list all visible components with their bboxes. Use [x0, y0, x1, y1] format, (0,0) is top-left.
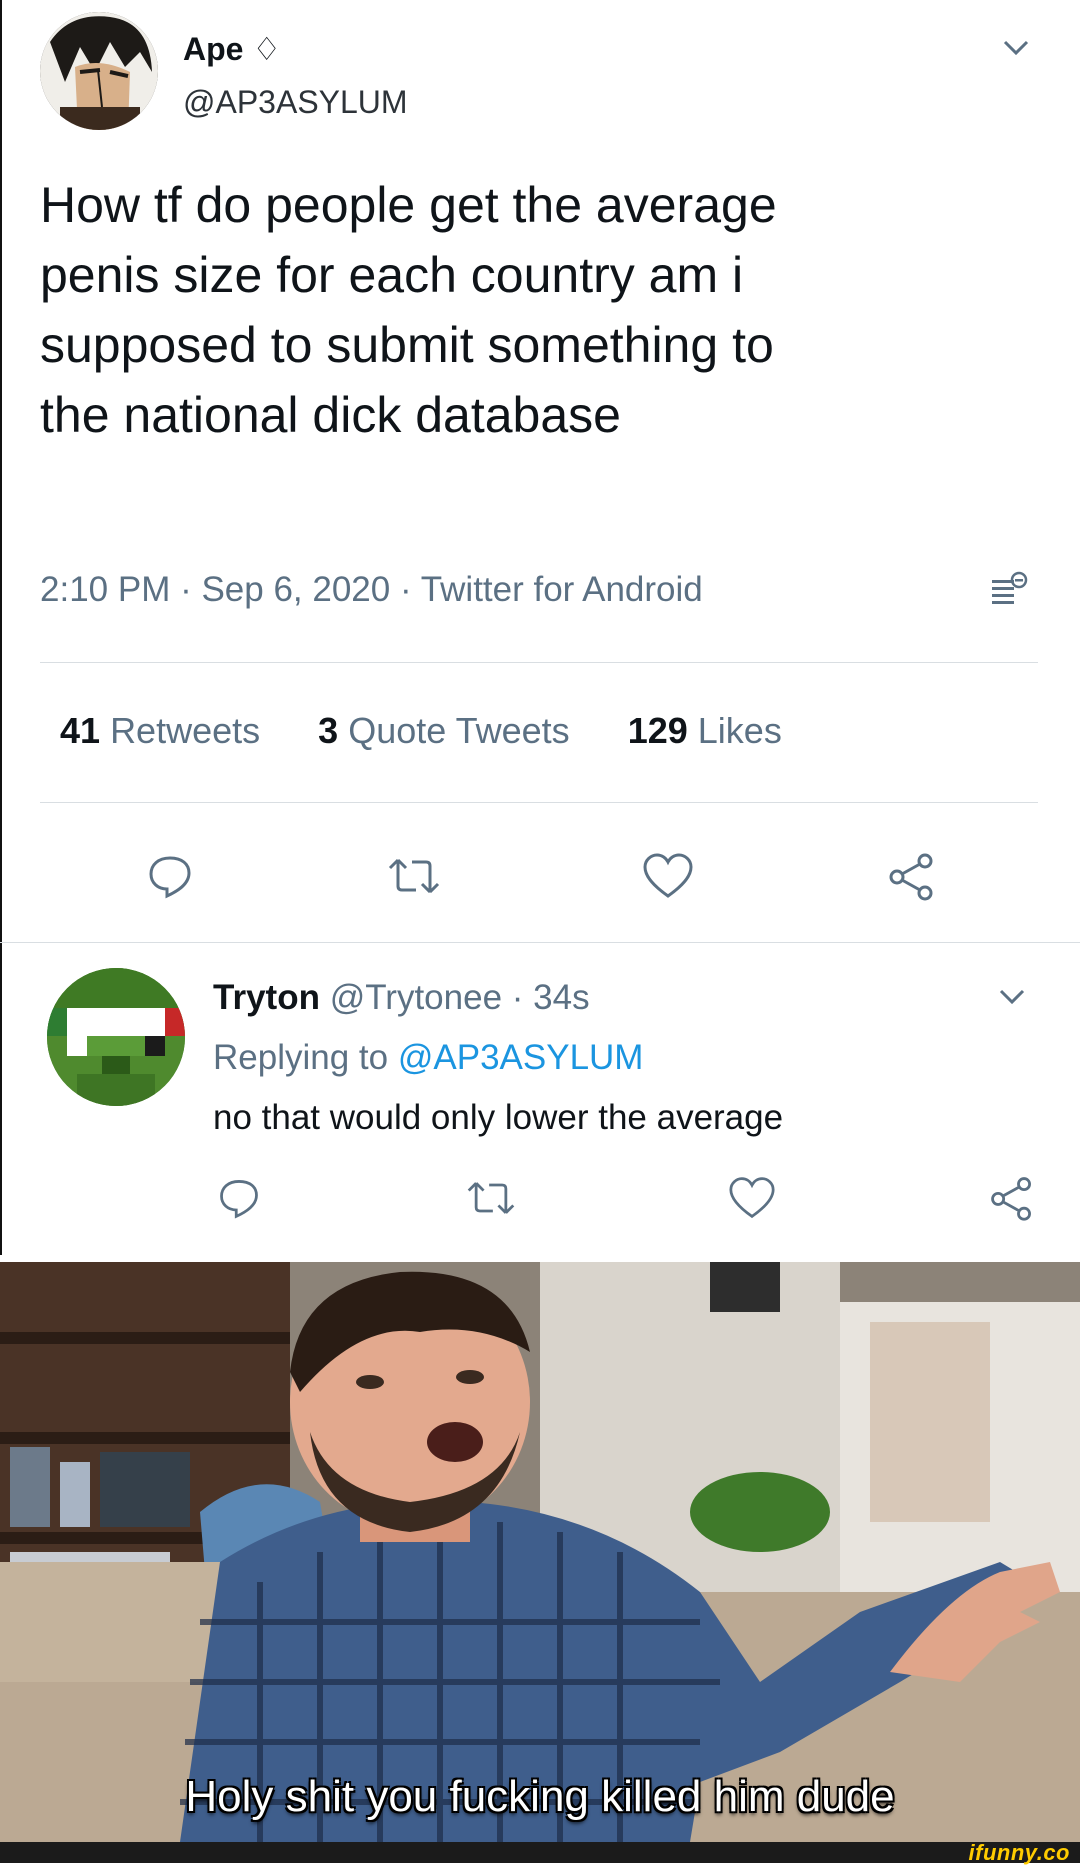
- reply-author-name[interactable]: Tryton: [213, 978, 320, 1017]
- author-avatar[interactable]: [40, 12, 158, 130]
- tweet-text-line: How tf do people get the average: [40, 177, 777, 233]
- author-name-text: Ape: [183, 31, 244, 67]
- retweets-stat[interactable]: 41 Retweets: [60, 710, 270, 751]
- likes-count: 129: [627, 710, 688, 751]
- meme-caption: Holy shit you fucking killed him dude: [185, 1772, 895, 1821]
- replying-to-label: Replying to: [213, 1038, 389, 1077]
- share-icon[interactable]: [880, 846, 944, 906]
- chevron-down-icon[interactable]: [992, 980, 1032, 1014]
- author-name[interactable]: Ape ♢: [183, 30, 281, 68]
- like-icon[interactable]: [636, 848, 700, 904]
- replying-to: Replying to @AP3ASYLUM: [213, 1038, 643, 1078]
- analytics-icon[interactable]: [978, 566, 1038, 618]
- meme-image: [0, 1262, 1080, 1842]
- reply-icon[interactable]: [212, 1173, 266, 1223]
- tweet-text-line: the national dick database: [40, 387, 621, 443]
- chevron-down-icon[interactable]: [996, 30, 1036, 66]
- author-handle[interactable]: @AP3ASYLUM: [183, 84, 408, 121]
- divider: [40, 802, 1038, 803]
- likes-stat[interactable]: 129 Likes: [628, 710, 782, 751]
- reply-text: no that would only lower the average: [213, 1098, 784, 1137]
- retweets-label: Retweets: [110, 710, 261, 751]
- reply-avatar[interactable]: [47, 968, 185, 1106]
- ifunny-watermark: ifunny.co: [968, 1840, 1070, 1865]
- quotes-count: 3: [318, 710, 339, 751]
- retweet-icon[interactable]: [382, 848, 446, 904]
- retweets-count: 41: [60, 710, 101, 751]
- replying-to-handle[interactable]: @AP3ASYLUM: [398, 1038, 644, 1077]
- tweet-text-line: supposed to submit something to: [40, 317, 774, 373]
- badge-icon: ♢: [252, 31, 282, 67]
- quotes-label: Quote Tweets: [348, 710, 570, 751]
- reply-icon[interactable]: [140, 848, 200, 904]
- share-icon[interactable]: [984, 1170, 1040, 1226]
- divider: [0, 942, 1080, 943]
- divider: [40, 662, 1038, 663]
- tweet-text: How tf do people get the average penis s…: [40, 170, 777, 450]
- footer-bar: [0, 1842, 1080, 1863]
- tweet-stats: 41 Retweets 3 Quote Tweets 129 Likes: [60, 710, 782, 752]
- left-border: [0, 0, 2, 1255]
- tweet-meta[interactable]: 2:10 PM · Sep 6, 2020 · Twitter for Andr…: [40, 570, 703, 610]
- quotes-stat[interactable]: 3 Quote Tweets: [318, 710, 580, 751]
- likes-label: Likes: [697, 710, 782, 751]
- retweet-icon[interactable]: [462, 1173, 520, 1223]
- tweet-text-line: penis size for each country am i: [40, 247, 744, 303]
- like-icon[interactable]: [724, 1173, 780, 1223]
- reply-header: Tryton @Trytonee · 34s: [213, 978, 590, 1018]
- reply-handle-time[interactable]: @Trytonee · 34s: [330, 978, 590, 1017]
